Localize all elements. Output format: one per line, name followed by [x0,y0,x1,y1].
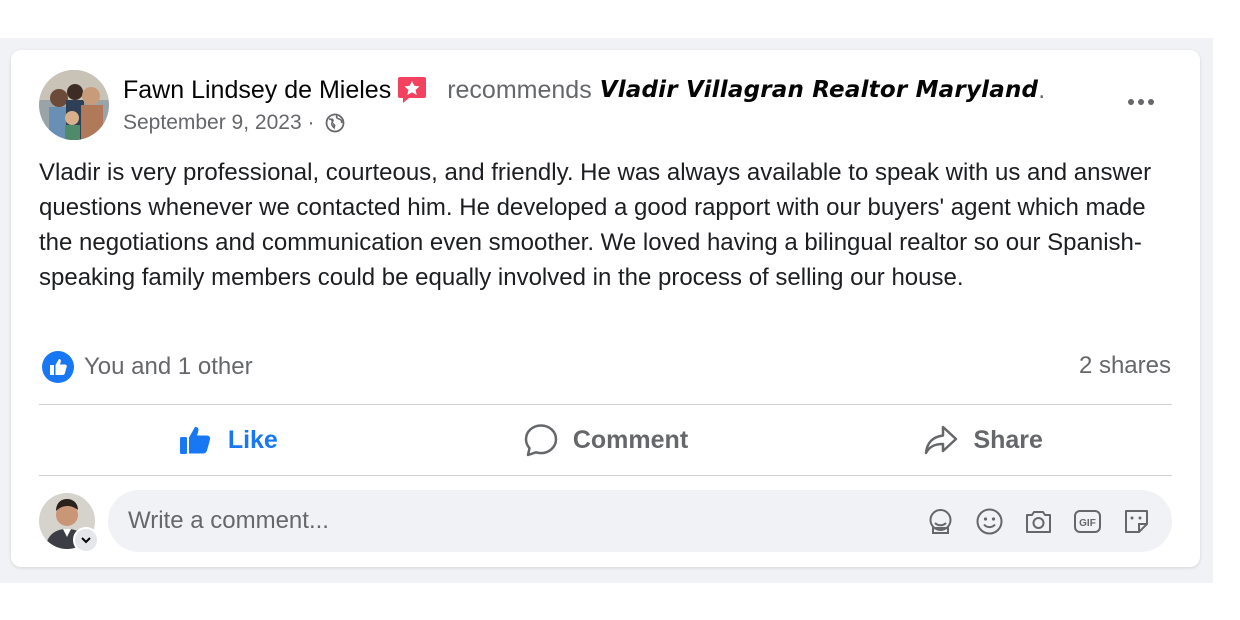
recommend-star-icon [397,76,427,104]
comment-bubble-icon [524,424,558,457]
post-meta: September 9, 2023 · [123,111,345,135]
composer-tools: GIF [925,506,1152,537]
divider-bottom [39,475,1172,476]
emoji-icon[interactable] [974,506,1005,537]
camera-icon[interactable] [1023,506,1054,537]
shares-count[interactable]: 2 shares [1079,352,1171,380]
post-card: Fawn Lindsey de Mieles recommends Vladir… [11,50,1200,567]
more-options-button[interactable] [1123,90,1159,114]
post-date[interactable]: September 9, 2023 [123,111,302,135]
comment-label: Comment [572,425,689,454]
avatar-sticker-icon[interactable] [925,506,956,537]
author-name[interactable]: Fawn Lindsey de Mieles [123,74,391,106]
sticker-icon[interactable] [1121,506,1152,537]
comment-composer: GIF [108,490,1172,552]
svg-text:GIF: GIF [1079,518,1096,529]
comment-button[interactable]: Comment [417,405,795,475]
author-avatar[interactable] [39,70,109,140]
comment-input[interactable] [126,506,910,536]
thumbs-up-icon [179,426,210,454]
header-period: . [1038,76,1046,104]
recommends-label: recommends [447,76,592,104]
share-label: Share [973,425,1043,454]
page-name-link[interactable]: Vladir Villagran Realtor Maryland [600,74,1038,106]
globe-icon [325,113,345,133]
like-button[interactable]: Like [39,405,417,475]
reactions-summary[interactable]: You and 1 other [41,350,253,384]
reactions-text: You and 1 other [84,353,253,380]
like-label: Like [227,425,278,454]
meta-separator: · [301,111,321,134]
post-body: Vladir is very professional, courteous, … [39,159,1152,291]
current-user-avatar[interactable] [39,493,99,553]
post-header: Fawn Lindsey de Mieles recommends Vladir… [123,74,1045,106]
like-reaction-icon [42,351,74,383]
gif-icon[interactable]: GIF [1072,506,1103,537]
chevron-down-icon[interactable] [73,527,99,553]
share-button[interactable]: Share [794,405,1172,475]
share-arrow-icon [925,425,958,455]
action-bar: Like Comment Share [39,405,1172,475]
